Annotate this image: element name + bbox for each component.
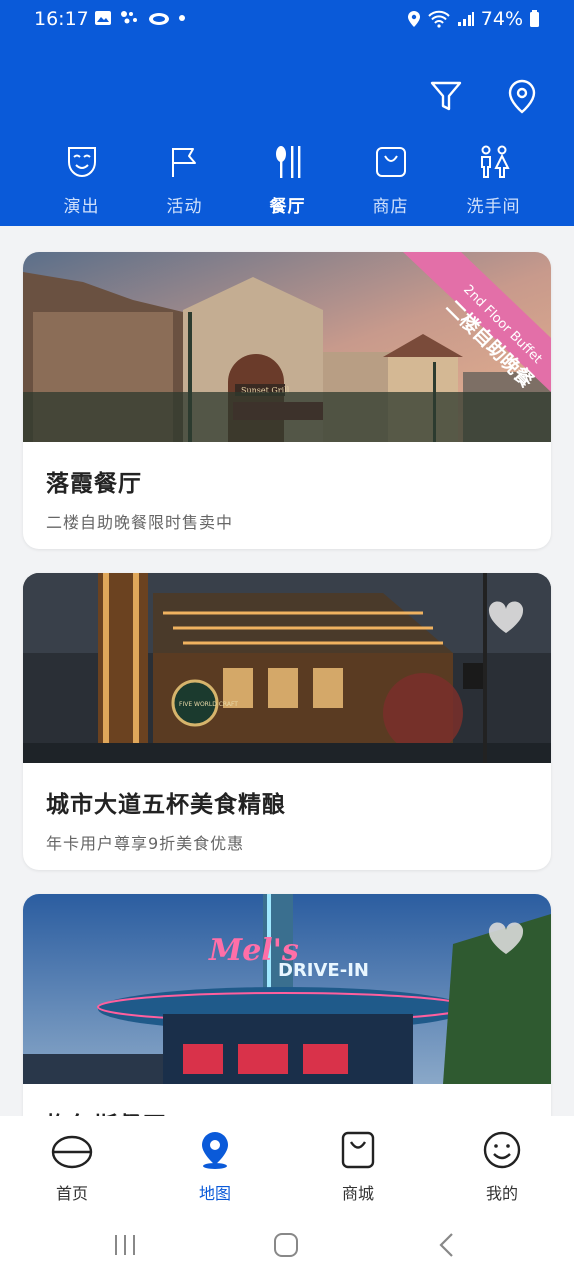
battery-icon bbox=[530, 10, 539, 27]
favorite-heart-icon[interactable] bbox=[487, 922, 525, 956]
tab-label: 活动 bbox=[166, 197, 203, 217]
nav-label: 商城 bbox=[341, 1184, 374, 1203]
gallery-icon bbox=[95, 11, 111, 25]
sign-text: FIVE WORLD CRAFT bbox=[179, 701, 238, 708]
wifi-icon bbox=[428, 10, 450, 28]
bottom-nav: 首页 地图 商城 我的 bbox=[0, 1116, 574, 1208]
nav-home[interactable]: 首页 bbox=[22, 1130, 122, 1204]
tab-label: 商店 bbox=[372, 197, 409, 217]
theater-mask-icon bbox=[67, 147, 96, 178]
tab-shops[interactable]: 商店 bbox=[339, 144, 442, 224]
nav-label: 地图 bbox=[198, 1184, 231, 1203]
restaurant-subtitle: 二楼自助晚餐限时售卖中 bbox=[46, 513, 234, 532]
restaurant-title: 落霞餐厅 bbox=[46, 471, 142, 497]
restaurant-title: 城市大道五杯美食精酿 bbox=[46, 792, 286, 818]
smiley-icon bbox=[483, 1131, 521, 1169]
home-cap-icon bbox=[51, 1135, 93, 1169]
nav-label: 我的 bbox=[485, 1184, 518, 1203]
restaurant-photo: Mel's DRIVE-IN bbox=[23, 894, 551, 1084]
restaurant-card[interactable]: FIVE WORLD CRAFT 城市大道五杯美食精酿 年卡用户尊享9折美食优惠 bbox=[23, 573, 551, 870]
dots-app-icon bbox=[121, 11, 137, 24]
shopping-bag-icon bbox=[375, 147, 406, 177]
restaurant-subtitle: 年卡用户尊享9折美食优惠 bbox=[46, 834, 245, 853]
cutlery-icon bbox=[275, 146, 300, 178]
system-nav-bar bbox=[0, 1208, 574, 1280]
nav-mall[interactable]: 商城 bbox=[308, 1130, 408, 1204]
location-pin-icon[interactable] bbox=[504, 78, 540, 114]
flag-icon bbox=[171, 148, 196, 177]
notification-icons bbox=[94, 10, 186, 26]
restaurant-card[interactable]: Mel's DRIVE-IN 梅尔斯餐厅 bbox=[23, 894, 551, 1116]
nav-label: 首页 bbox=[55, 1184, 88, 1203]
tab-activities[interactable]: 活动 bbox=[133, 144, 236, 224]
status-bar: 16:17 74% bbox=[0, 0, 574, 40]
tab-restrooms[interactable]: 洗手间 bbox=[442, 144, 545, 224]
nav-profile[interactable]: 我的 bbox=[452, 1130, 552, 1204]
restaurant-photo: FIVE WORLD CRAFT bbox=[23, 573, 551, 763]
map-pin-icon bbox=[202, 1132, 228, 1169]
tab-label: 演出 bbox=[63, 197, 100, 217]
restaurant-title: 梅尔斯餐厅 bbox=[46, 1106, 166, 1116]
dot-icon bbox=[179, 15, 185, 21]
back-icon[interactable] bbox=[432, 1230, 462, 1260]
category-tabs: 演出 活动 餐厅 商店 洗手间 bbox=[0, 144, 574, 224]
nav-map[interactable]: 地图 bbox=[165, 1130, 265, 1204]
restaurant-photo: Sunset Grill 2nd Floor Buffet 二楼自助晚餐 bbox=[23, 252, 551, 442]
shopping-bag-icon bbox=[341, 1131, 375, 1169]
cloud-app-icon bbox=[149, 13, 169, 25]
app-header: 16:17 74% 演出 活动 餐厅 商店 洗手间 bbox=[0, 0, 574, 226]
restaurant-card[interactable]: Sunset Grill 2nd Floor Buffet 二楼自助晚餐 落霞餐… bbox=[23, 252, 551, 549]
status-time: 16:17 bbox=[34, 8, 89, 30]
favorite-heart-icon[interactable] bbox=[487, 601, 525, 635]
restroom-icon bbox=[480, 145, 510, 178]
battery-percent: 74% bbox=[480, 8, 523, 30]
home-button-icon[interactable] bbox=[271, 1230, 301, 1260]
tab-restaurants[interactable]: 餐厅 bbox=[236, 144, 339, 224]
signal-icon bbox=[457, 12, 474, 26]
status-right: 74% bbox=[407, 8, 540, 30]
tab-shows[interactable]: 演出 bbox=[30, 144, 133, 224]
tab-label: 餐厅 bbox=[269, 197, 306, 217]
filter-icon[interactable] bbox=[428, 78, 464, 114]
sign-drive-in: DRIVE-IN bbox=[278, 960, 369, 981]
location-status-icon bbox=[407, 11, 420, 27]
restaurant-list: Sunset Grill 2nd Floor Buffet 二楼自助晚餐 落霞餐… bbox=[0, 226, 574, 1116]
header-tools bbox=[428, 78, 540, 114]
recent-apps-icon[interactable] bbox=[110, 1230, 140, 1260]
tab-label: 洗手间 bbox=[466, 197, 521, 217]
